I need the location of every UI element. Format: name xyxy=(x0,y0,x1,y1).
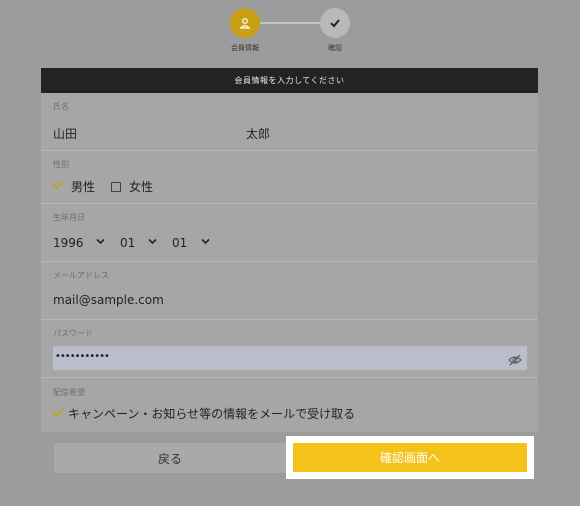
password-input[interactable]: ••••••••••• xyxy=(53,346,527,370)
birth-day-select[interactable]: 01 xyxy=(172,236,187,250)
email-field: メールアドレス mail@sample.com xyxy=(41,262,538,320)
newsletter-checkbox[interactable] xyxy=(52,407,64,421)
check-icon xyxy=(329,14,341,33)
back-button[interactable]: 戻る xyxy=(54,443,286,473)
step-member-info xyxy=(230,8,260,38)
user-icon xyxy=(239,14,251,33)
stepper-connector xyxy=(260,22,320,24)
name-label: 氏名 xyxy=(53,102,69,111)
name-field: 氏名 山田 太郎 xyxy=(41,93,538,151)
password-field: パスワード ••••••••••• xyxy=(41,320,538,378)
newsletter-field: 配信希望 キャンペーン・お知らせ等の情報をメールで受け取る xyxy=(41,378,538,432)
email-label: メールアドレス xyxy=(53,271,109,280)
male-option-label[interactable]: 男性 xyxy=(71,178,95,195)
gender-field: 性別 男性 女性 xyxy=(41,151,538,204)
chevron-down-icon xyxy=(148,237,157,249)
female-option-label[interactable]: 女性 xyxy=(129,178,153,195)
confirm-button-highlight: 確認画面へ xyxy=(286,436,534,479)
progress-stepper: 会員情報 確認 xyxy=(0,8,580,58)
step-label-member-info: 会員情報 xyxy=(231,44,259,52)
chevron-down-icon xyxy=(201,237,210,249)
eye-slash-icon[interactable] xyxy=(508,351,522,370)
gender-label: 性別 xyxy=(53,160,69,169)
birthdate-label: 生年月日 xyxy=(53,213,85,222)
last-name-input[interactable]: 山田 xyxy=(53,125,77,142)
step-label-confirm: 確認 xyxy=(328,44,342,52)
first-name-input[interactable]: 太郎 xyxy=(246,125,270,142)
newsletter-option-label[interactable]: キャンペーン・お知らせ等の情報をメールで受け取る xyxy=(68,405,355,422)
email-input[interactable]: mail@sample.com xyxy=(53,293,164,307)
male-checkbox[interactable] xyxy=(52,179,64,193)
newsletter-label: 配信希望 xyxy=(53,388,85,397)
form-header: 会員情報を入力してください xyxy=(41,68,538,93)
confirm-button[interactable]: 確認画面へ xyxy=(293,443,527,472)
password-label: パスワード xyxy=(53,329,93,338)
checkmark-icon xyxy=(52,408,64,418)
password-value: ••••••••••• xyxy=(55,351,110,362)
step-confirm xyxy=(320,8,350,38)
birth-year-select[interactable]: 1996 xyxy=(53,236,84,250)
chevron-down-icon xyxy=(96,237,105,249)
female-checkbox[interactable] xyxy=(111,182,121,192)
checkmark-icon xyxy=(52,180,64,190)
birthdate-field: 生年月日 1996 01 01 xyxy=(41,204,538,262)
member-form: 会員情報を入力してください 氏名 山田 太郎 性別 男性 女性 生年月日 199… xyxy=(41,68,538,432)
birth-month-select[interactable]: 01 xyxy=(120,236,135,250)
